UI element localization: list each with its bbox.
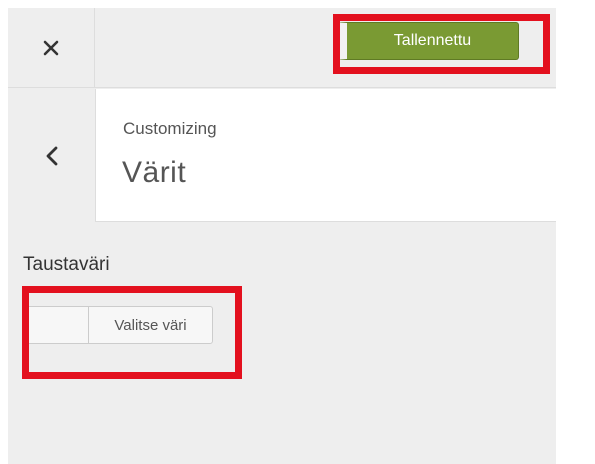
color-swatch xyxy=(25,307,89,343)
chevron-left-icon xyxy=(46,146,57,165)
color-picker-button[interactable]: Valitse väri xyxy=(24,306,213,344)
page-title: Värit xyxy=(122,156,187,189)
preview-pane xyxy=(556,0,595,464)
breadcrumb: Customizing xyxy=(123,119,217,138)
color-picker-label: Valitse väri xyxy=(114,316,187,334)
control-label: Taustaväri xyxy=(23,254,110,275)
section-header: Customizing Värit xyxy=(8,89,556,222)
close-button[interactable] xyxy=(8,8,95,88)
section-title-area: Customizing Värit xyxy=(95,89,556,222)
save-button[interactable]: Tallennettu xyxy=(335,22,519,60)
customizer-panel: Customizing Värit xyxy=(8,8,556,464)
close-icon xyxy=(43,40,59,56)
back-button[interactable] xyxy=(8,89,95,222)
